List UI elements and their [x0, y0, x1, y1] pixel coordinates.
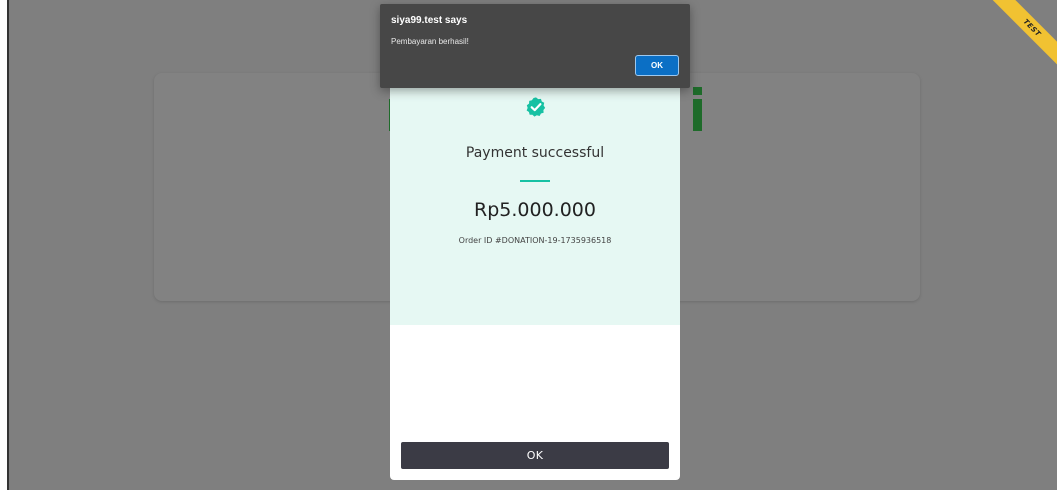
accent-divider [520, 180, 550, 182]
payment-status-title: Payment successful [465, 145, 605, 161]
background-heading-fragment-right [693, 87, 702, 131]
test-ribbon: TEST [977, 0, 1057, 80]
test-ribbon-label: TEST [983, 0, 1057, 77]
payment-amount: Rp5.000.000 [474, 199, 596, 221]
payment-success-panel: Payment successful Rp5.000.000 Order ID … [390, 76, 680, 325]
modal-ok-button[interactable]: OK [401, 442, 669, 469]
payment-modal: Payment successful Rp5.000.000 Order ID … [390, 76, 680, 480]
alert-title: siya99.test says [391, 15, 468, 26]
alert-ok-button[interactable]: OK [635, 55, 679, 76]
order-id: Order ID #DONATION-19-1735936518 [458, 236, 612, 245]
check-circle-icon [526, 97, 546, 117]
alert-message: Pembayaran berhasil! [391, 37, 469, 46]
browser-alert-dialog: siya99.test says Pembayaran berhasil! OK [380, 4, 690, 88]
